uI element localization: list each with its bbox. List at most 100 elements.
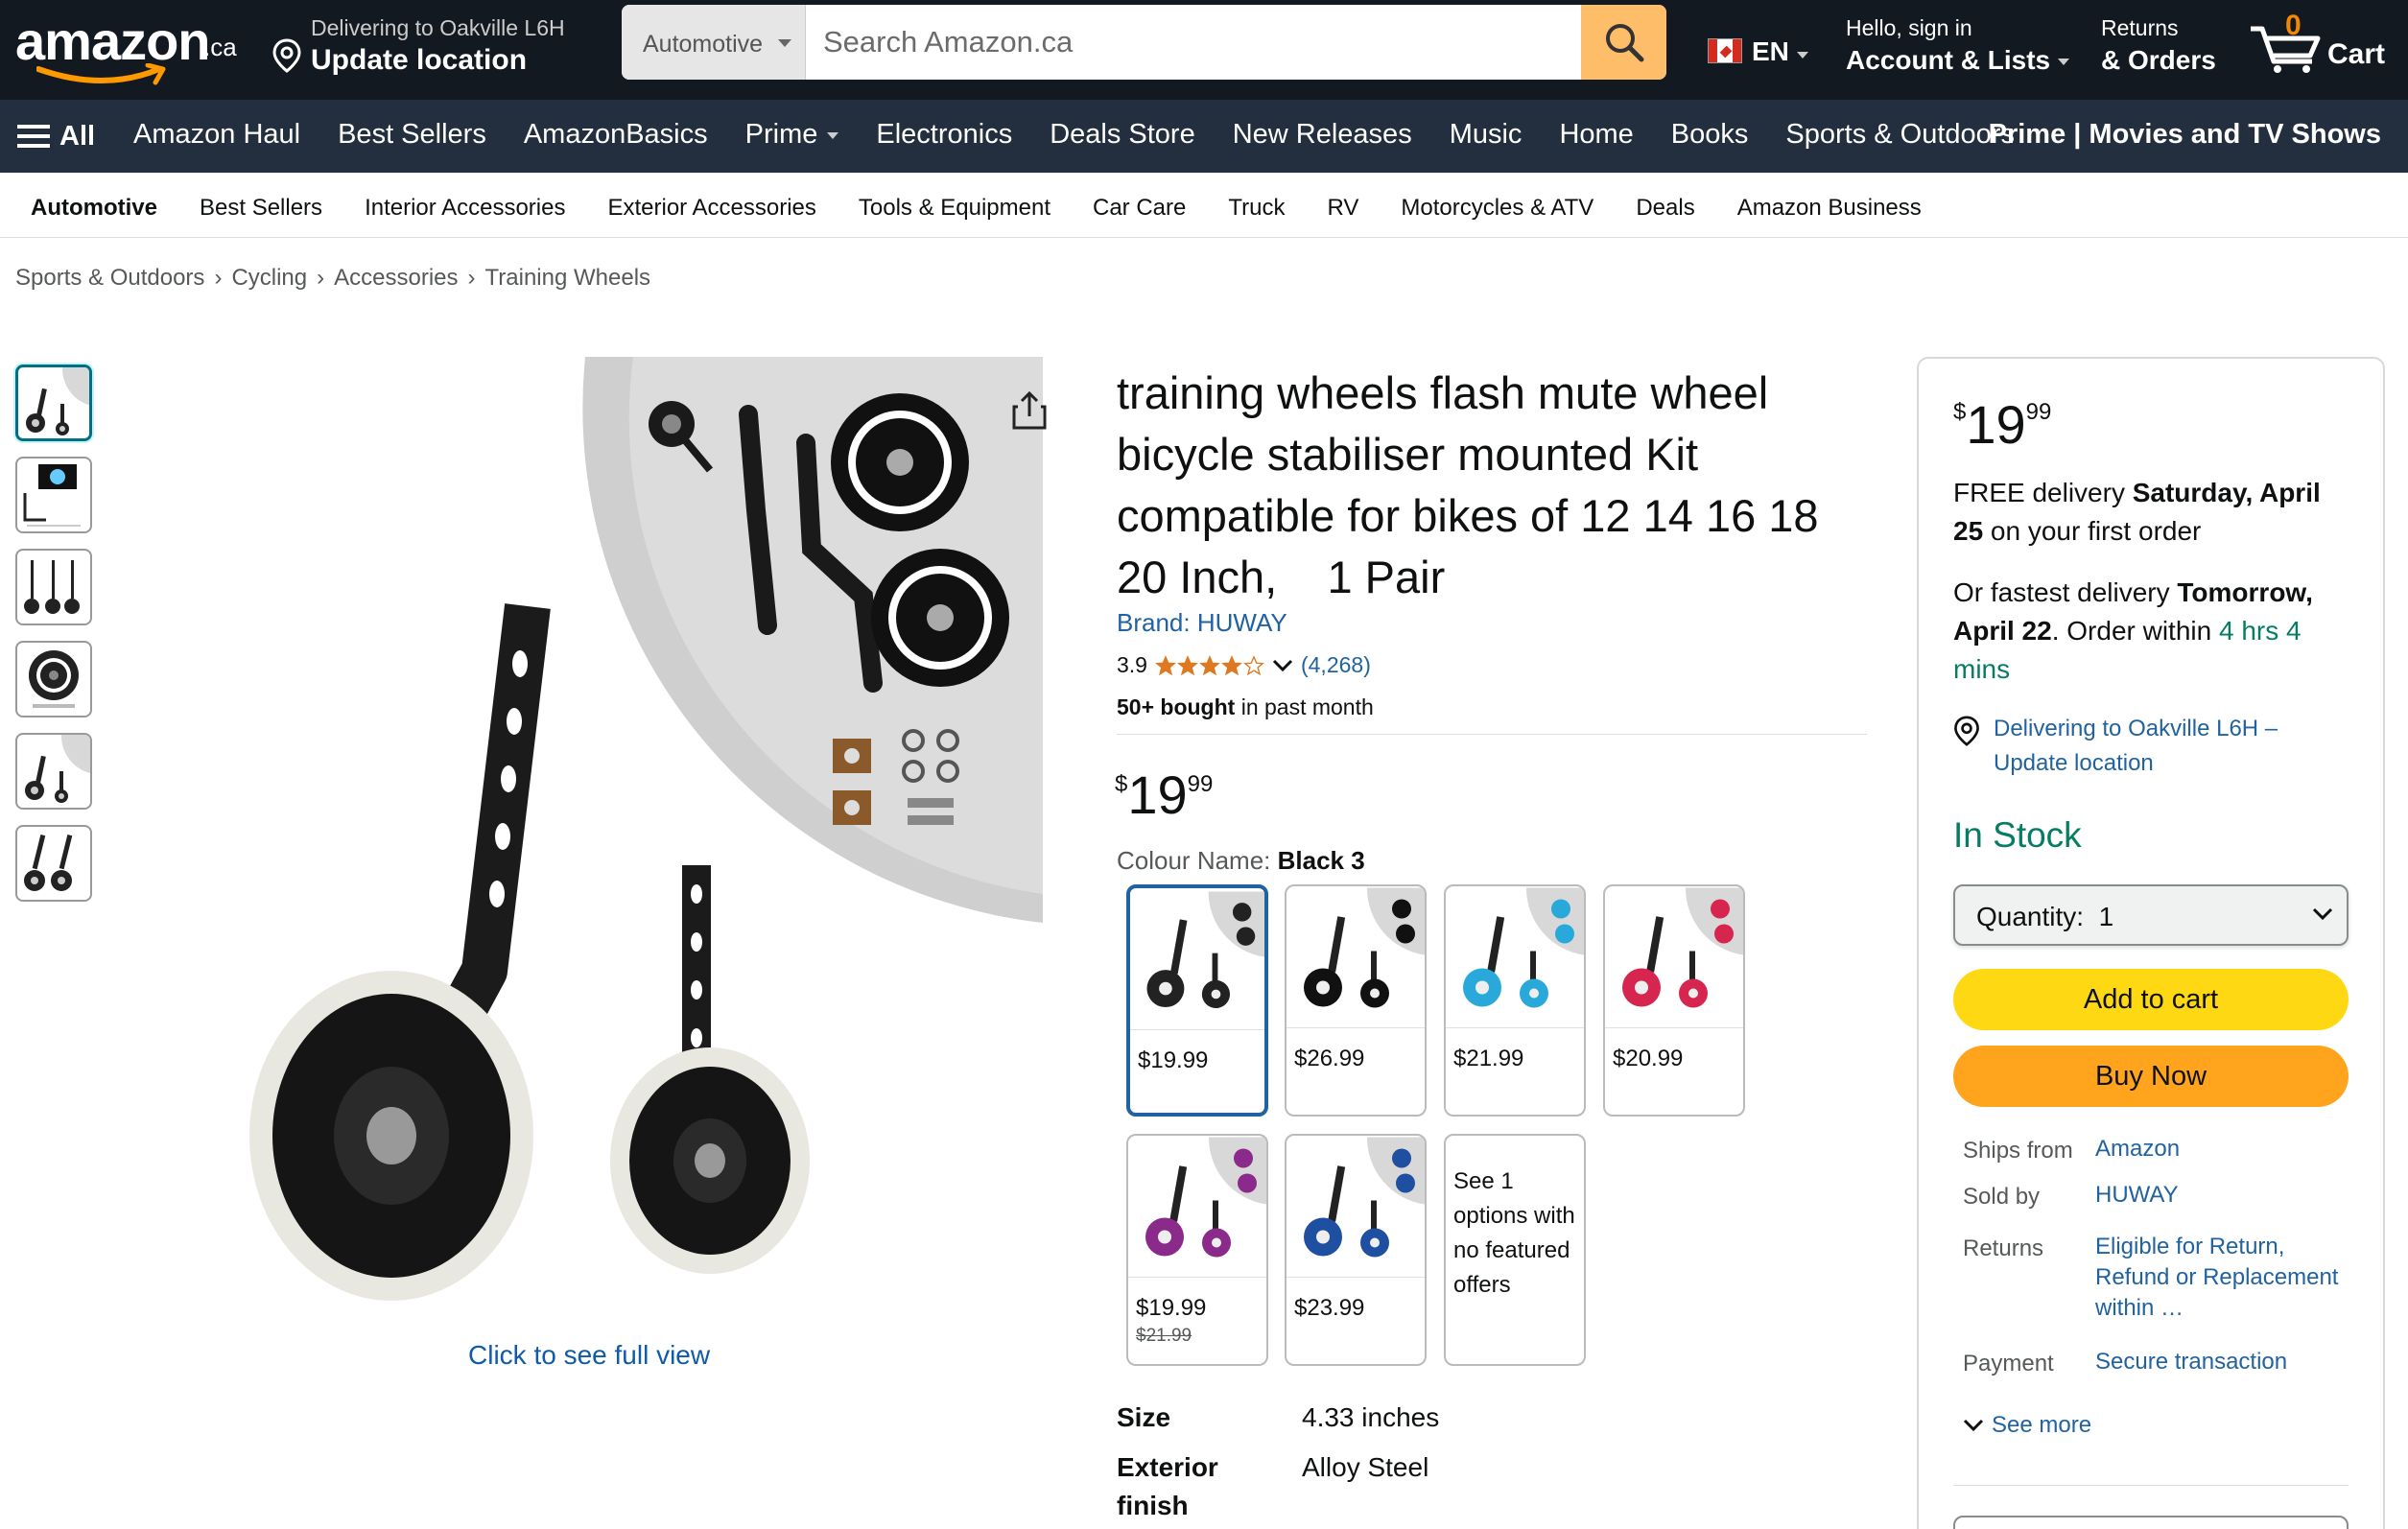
rating-stars[interactable]: [1155, 654, 1264, 676]
subnav-item-tools-equipment[interactable]: Tools & Equipment: [859, 195, 1093, 222]
subnav-item-exterior-accessories[interactable]: Exterior Accessories: [607, 195, 858, 222]
thumbnail-image: [24, 560, 80, 614]
cart-button[interactable]: 0 Cart: [2249, 10, 2393, 77]
nav-item-electronics[interactable]: Electronics: [876, 119, 1050, 151]
buybox-price: $1999: [1953, 393, 2051, 456]
search-category-select[interactable]: Automotive: [622, 5, 806, 80]
returns-policy-link[interactable]: Eligible for Return, Refund or Replaceme…: [2095, 1232, 2364, 1324]
price-fraction: 99: [2025, 399, 2052, 425]
subnav-item-amazon-business[interactable]: Amazon Business: [1737, 195, 1964, 222]
colour-swatch-5[interactable]: $19.99 $21.99: [1126, 1134, 1268, 1366]
colour-swatch-6[interactable]: $23.99: [1285, 1134, 1427, 1366]
swatch-price: $26.99: [1294, 1046, 1365, 1071]
delivery-line2: Update location: [311, 44, 528, 76]
colour-swatch-3[interactable]: $21.99: [1444, 884, 1586, 1117]
see-more-options[interactable]: See 1 options with no featured offers: [1444, 1134, 1586, 1366]
chevron-down-icon[interactable]: [1272, 659, 1293, 672]
account-greeting: Hello, sign in: [1846, 15, 1972, 40]
ships-from-value[interactable]: Amazon: [2095, 1134, 2364, 1164]
swatch-image: [1287, 886, 1425, 1028]
thumbnail-6[interactable]: [15, 825, 92, 902]
see-more-toggle[interactable]: See more: [1963, 1412, 2091, 1439]
delivery-location[interactable]: Delivering to Oakville L6H Update locati…: [272, 13, 618, 86]
nav-item-new-releases[interactable]: New Releases: [1233, 119, 1450, 151]
nav-item-best-sellers[interactable]: Best Sellers: [338, 119, 524, 151]
payment-link[interactable]: Secure transaction: [2095, 1347, 2364, 1377]
language-selector[interactable]: EN: [1708, 36, 1813, 71]
breadcrumb-item[interactable]: Training Wheels: [485, 265, 651, 291]
buy-now-button[interactable]: Buy Now: [1953, 1046, 2349, 1107]
subnav-item-car-care[interactable]: Car Care: [1093, 195, 1228, 222]
hamburger-menu-icon: [17, 125, 50, 148]
search-bar: Automotive: [622, 5, 1666, 80]
fastest-delivery-message: Or fastest delivery Tomorrow, April 22. …: [1953, 574, 2356, 689]
main-navigation: All Amazon Haul Best Sellers AmazonBasic…: [0, 100, 2408, 173]
star-icon: [1221, 654, 1242, 675]
subnav-item-best-sellers[interactable]: Best Sellers: [200, 195, 365, 222]
nav-item-prime[interactable]: Prime: [745, 119, 877, 151]
thumbnail-4[interactable]: [15, 641, 92, 717]
thumbnail-image: [23, 464, 81, 527]
breadcrumb-item[interactable]: Cycling: [231, 265, 307, 291]
star-icon: [1199, 654, 1220, 675]
spec-value: 4.33 inches: [1302, 1402, 1440, 1432]
nav-prime-video-link[interactable]: Prime | Movies and TV Shows: [1989, 119, 2381, 151]
quantity-select[interactable]: Quantity: 1: [1953, 884, 2349, 946]
category-subnav: Automotive Best Sellers Interior Accesso…: [0, 173, 2408, 238]
thumbnail-5[interactable]: [15, 733, 92, 810]
buybox-location-text: Delivering to Oakville L6H – Update loca…: [1994, 716, 2278, 776]
nav-item-deals-store[interactable]: Deals Store: [1050, 119, 1233, 151]
rating-count-link[interactable]: (4,268): [1301, 652, 1371, 678]
nav-item-music[interactable]: Music: [1450, 119, 1560, 151]
brand-link[interactable]: Brand: HUWAY: [1117, 608, 1287, 638]
sold-by-link[interactable]: HUWAY: [2095, 1180, 2364, 1211]
rating-value: 3.9: [1117, 652, 1147, 677]
returns-orders-link[interactable]: Returns & Orders: [2101, 15, 2235, 77]
product-rating: 3.9 (4,268): [1117, 652, 1371, 678]
thumbnail-3[interactable]: [15, 549, 92, 625]
all-menu-button[interactable]: All: [17, 119, 95, 153]
spec-key: Exterior finish: [1117, 1452, 1218, 1520]
full-view-link[interactable]: Click to see full view: [468, 1340, 710, 1371]
nav-item-home[interactable]: Home: [1559, 119, 1670, 151]
search-input[interactable]: [806, 5, 1586, 80]
search-icon: [1605, 24, 1643, 62]
colour-swatch-4[interactable]: $20.99: [1603, 884, 1745, 1117]
fast-delivery-mid: . Order within: [2051, 616, 2219, 646]
amazon-logo[interactable]: amazon .ca: [15, 10, 246, 86]
delivery-line1: Delivering to Oakville L6H: [311, 15, 565, 40]
buybox-secondary-control[interactable]: [1953, 1516, 2349, 1529]
search-button[interactable]: [1581, 5, 1666, 80]
swatch-image: [1130, 888, 1264, 1030]
quantity-label: Quantity: 1: [1976, 902, 2114, 931]
subnav-item-motorcycles-atv[interactable]: Motorcycles & ATV: [1401, 195, 1636, 222]
product-title: training wheels flash mute wheel bicycle…: [1117, 367, 1819, 602]
free-delivery-suffix: on your first order: [1983, 516, 2202, 546]
thumbnail-2[interactable]: [15, 457, 92, 533]
main-product-image[interactable]: [134, 357, 1046, 1335]
subnav-item-truck[interactable]: Truck: [1228, 195, 1327, 222]
nav-item-amazon-haul[interactable]: Amazon Haul: [133, 119, 338, 151]
subnav-item-rv[interactable]: RV: [1327, 195, 1401, 222]
subnav-item-automotive[interactable]: Automotive: [31, 195, 200, 222]
info-label: Sold by: [1963, 1184, 2041, 1210]
share-button[interactable]: [1010, 389, 1049, 436]
thumbnail-1[interactable]: [15, 365, 92, 441]
colour-swatch-1[interactable]: $19.99: [1126, 884, 1268, 1117]
swatch-product-icon: [1304, 1137, 1425, 1258]
divider: [1117, 734, 1867, 735]
add-to-cart-button[interactable]: Add to cart: [1953, 969, 2349, 1030]
subnav-item-interior-accessories[interactable]: Interior Accessories: [365, 195, 607, 222]
colour-swatch-2[interactable]: $26.99: [1285, 884, 1427, 1117]
nav-item-amazonbasics[interactable]: AmazonBasics: [524, 119, 745, 151]
spec-key: Size: [1117, 1402, 1171, 1432]
fast-delivery-prefix: Or fastest delivery: [1953, 577, 2178, 607]
breadcrumb-item[interactable]: Sports & Outdoors: [15, 265, 204, 291]
nav-item-books[interactable]: Books: [1671, 119, 1786, 151]
chevron-down-icon: [827, 131, 839, 139]
bought-suffix: in past month: [1235, 694, 1374, 719]
logo-tld: .ca: [203, 33, 237, 61]
subnav-item-deals[interactable]: Deals: [1636, 195, 1736, 222]
account-menu[interactable]: Hello, sign in Account & Lists: [1846, 15, 2071, 77]
breadcrumb-item[interactable]: Accessories: [334, 265, 458, 291]
